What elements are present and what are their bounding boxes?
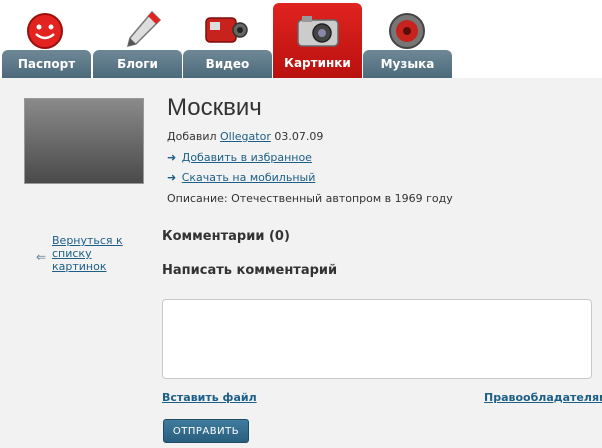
picture-title: Москвич bbox=[167, 94, 262, 121]
insert-file-link[interactable]: Вставить файл bbox=[162, 391, 257, 404]
comments-heading: Комментарии (0) bbox=[162, 229, 290, 244]
pencil-icon bbox=[126, 10, 162, 48]
tab-label: Паспорт bbox=[17, 57, 76, 71]
photo-camera-icon bbox=[297, 16, 339, 47]
video-camera-icon bbox=[205, 17, 248, 43]
picture-thumbnail[interactable] bbox=[24, 98, 144, 184]
write-comment-heading: Написать комментарий bbox=[162, 263, 338, 278]
arrow-right-icon: ➜ bbox=[167, 151, 177, 164]
tab-video[interactable]: Видео bbox=[183, 50, 272, 78]
tab-label: Картинки bbox=[284, 56, 351, 70]
arrow-left-icon: ⇐ bbox=[36, 250, 47, 264]
tab-label: Видео bbox=[205, 57, 250, 71]
speaker-icon bbox=[389, 13, 425, 49]
tab-music[interactable]: Музыка bbox=[363, 50, 452, 78]
submit-button[interactable]: ОТПРАВИТЬ bbox=[163, 419, 249, 443]
add-favorite-link[interactable]: Добавить в избранное bbox=[182, 151, 312, 164]
added-prefix: Добавил bbox=[167, 130, 217, 143]
arrow-right-icon: ➜ bbox=[167, 171, 177, 184]
description: Описание: Отечественный автопром в 1969 … bbox=[167, 192, 453, 205]
added-by-line: Добавил Ollegator 03.07.09 bbox=[167, 130, 323, 143]
tab-label: Блоги bbox=[117, 57, 158, 71]
favorite-line: ➜ Добавить в избранное bbox=[167, 151, 312, 164]
tab-bar: Паспорт Блоги Видео Картинки Музыка bbox=[0, 0, 602, 78]
added-date: 03.07.09 bbox=[274, 130, 324, 143]
smiley-icon bbox=[27, 13, 63, 49]
back-link[interactable]: Вернуться к списку картинок bbox=[52, 234, 136, 273]
content-area: Москвич Добавил Ollegator 03.07.09 ➜ Доб… bbox=[0, 78, 602, 448]
copyright-holders-link[interactable]: Правообладателям bbox=[484, 391, 602, 404]
download-mobile-link[interactable]: Скачать на мобильный bbox=[182, 171, 316, 184]
mobile-line: ➜ Скачать на мобильный bbox=[167, 171, 315, 184]
tab-label: Музыка bbox=[380, 57, 435, 71]
tab-passport[interactable]: Паспорт bbox=[2, 50, 91, 78]
comment-textarea[interactable] bbox=[162, 299, 592, 379]
tab-blogs[interactable]: Блоги bbox=[93, 50, 182, 78]
author-link[interactable]: Ollegator bbox=[220, 130, 271, 143]
